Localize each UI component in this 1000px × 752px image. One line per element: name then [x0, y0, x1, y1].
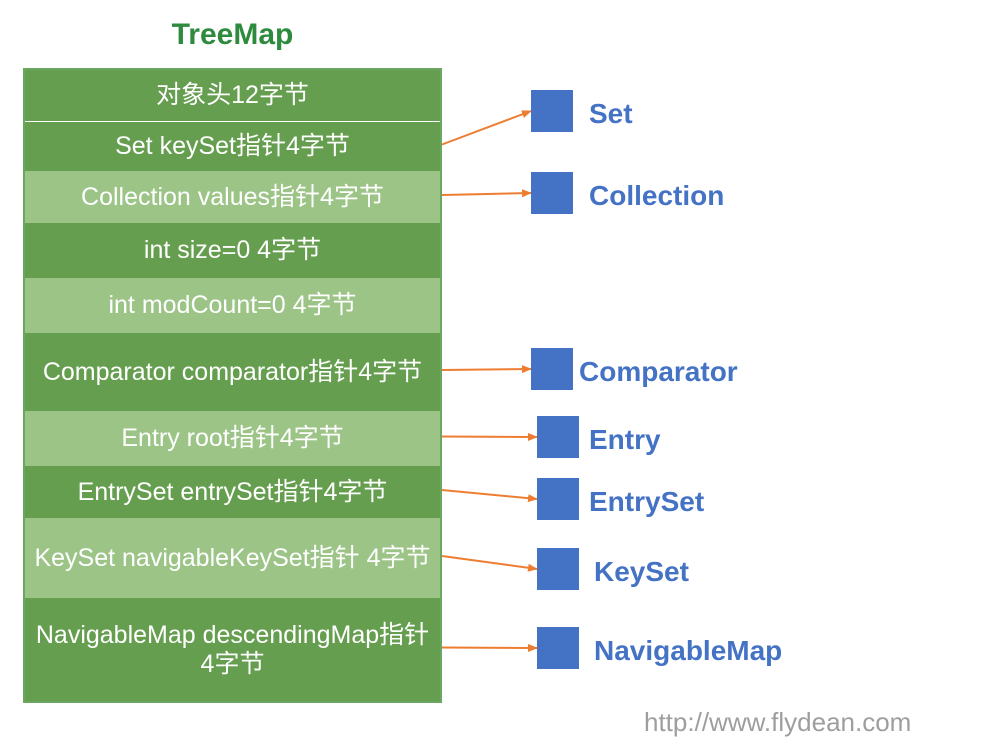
arrow-to-entryset	[442, 490, 537, 499]
target-label-keyset: KeySet	[594, 556, 689, 588]
target-box-collection	[531, 172, 573, 214]
target-label-navigablemap: NavigableMap	[594, 635, 782, 667]
struct-row-4: int modCount=0 4字节	[25, 278, 440, 333]
arrow-to-keyset	[442, 556, 537, 569]
struct-row-0: 对象头12字节	[25, 70, 440, 121]
target-label-set: Set	[589, 98, 633, 130]
struct-row-3: int size=0 4字节	[25, 223, 440, 278]
arrow-to-navigablemap	[442, 648, 537, 649]
arrow-to-collection	[442, 193, 531, 195]
arrow-to-set	[442, 111, 531, 145]
struct-row-1: Set keySet指针4字节	[25, 122, 440, 171]
target-label-comparator: Comparator	[579, 356, 738, 388]
struct-row-8: KeySet navigableKeySet指针 4字节	[25, 518, 440, 598]
target-box-entryset	[537, 478, 579, 520]
arrow-to-comparator	[442, 369, 531, 370]
struct-row-5: Comparator comparator指针4字节	[25, 333, 440, 411]
struct-row-9: NavigableMap descendingMap指针 4字节	[25, 598, 440, 701]
diagram-title: TreeMap	[23, 18, 442, 52]
target-box-navigablemap	[537, 627, 579, 669]
target-box-comparator	[531, 348, 573, 390]
arrow-to-entry	[442, 437, 537, 438]
struct-row-7: EntrySet entrySet指针4字节	[25, 466, 440, 518]
target-label-collection: Collection	[589, 180, 724, 212]
struct-row-6: Entry root指针4字节	[25, 411, 440, 466]
target-box-set	[531, 90, 573, 132]
target-box-keyset	[537, 548, 579, 590]
target-box-entry	[537, 416, 579, 458]
struct-row-2: Collection values指针4字节	[25, 171, 440, 223]
target-label-entry: Entry	[589, 424, 661, 456]
target-label-entryset: EntrySet	[589, 486, 704, 518]
watermark: http://www.flydean.com	[644, 707, 911, 738]
treemap-struct-box: 对象头12字节Set keySet指针4字节Collection values指…	[23, 68, 442, 703]
